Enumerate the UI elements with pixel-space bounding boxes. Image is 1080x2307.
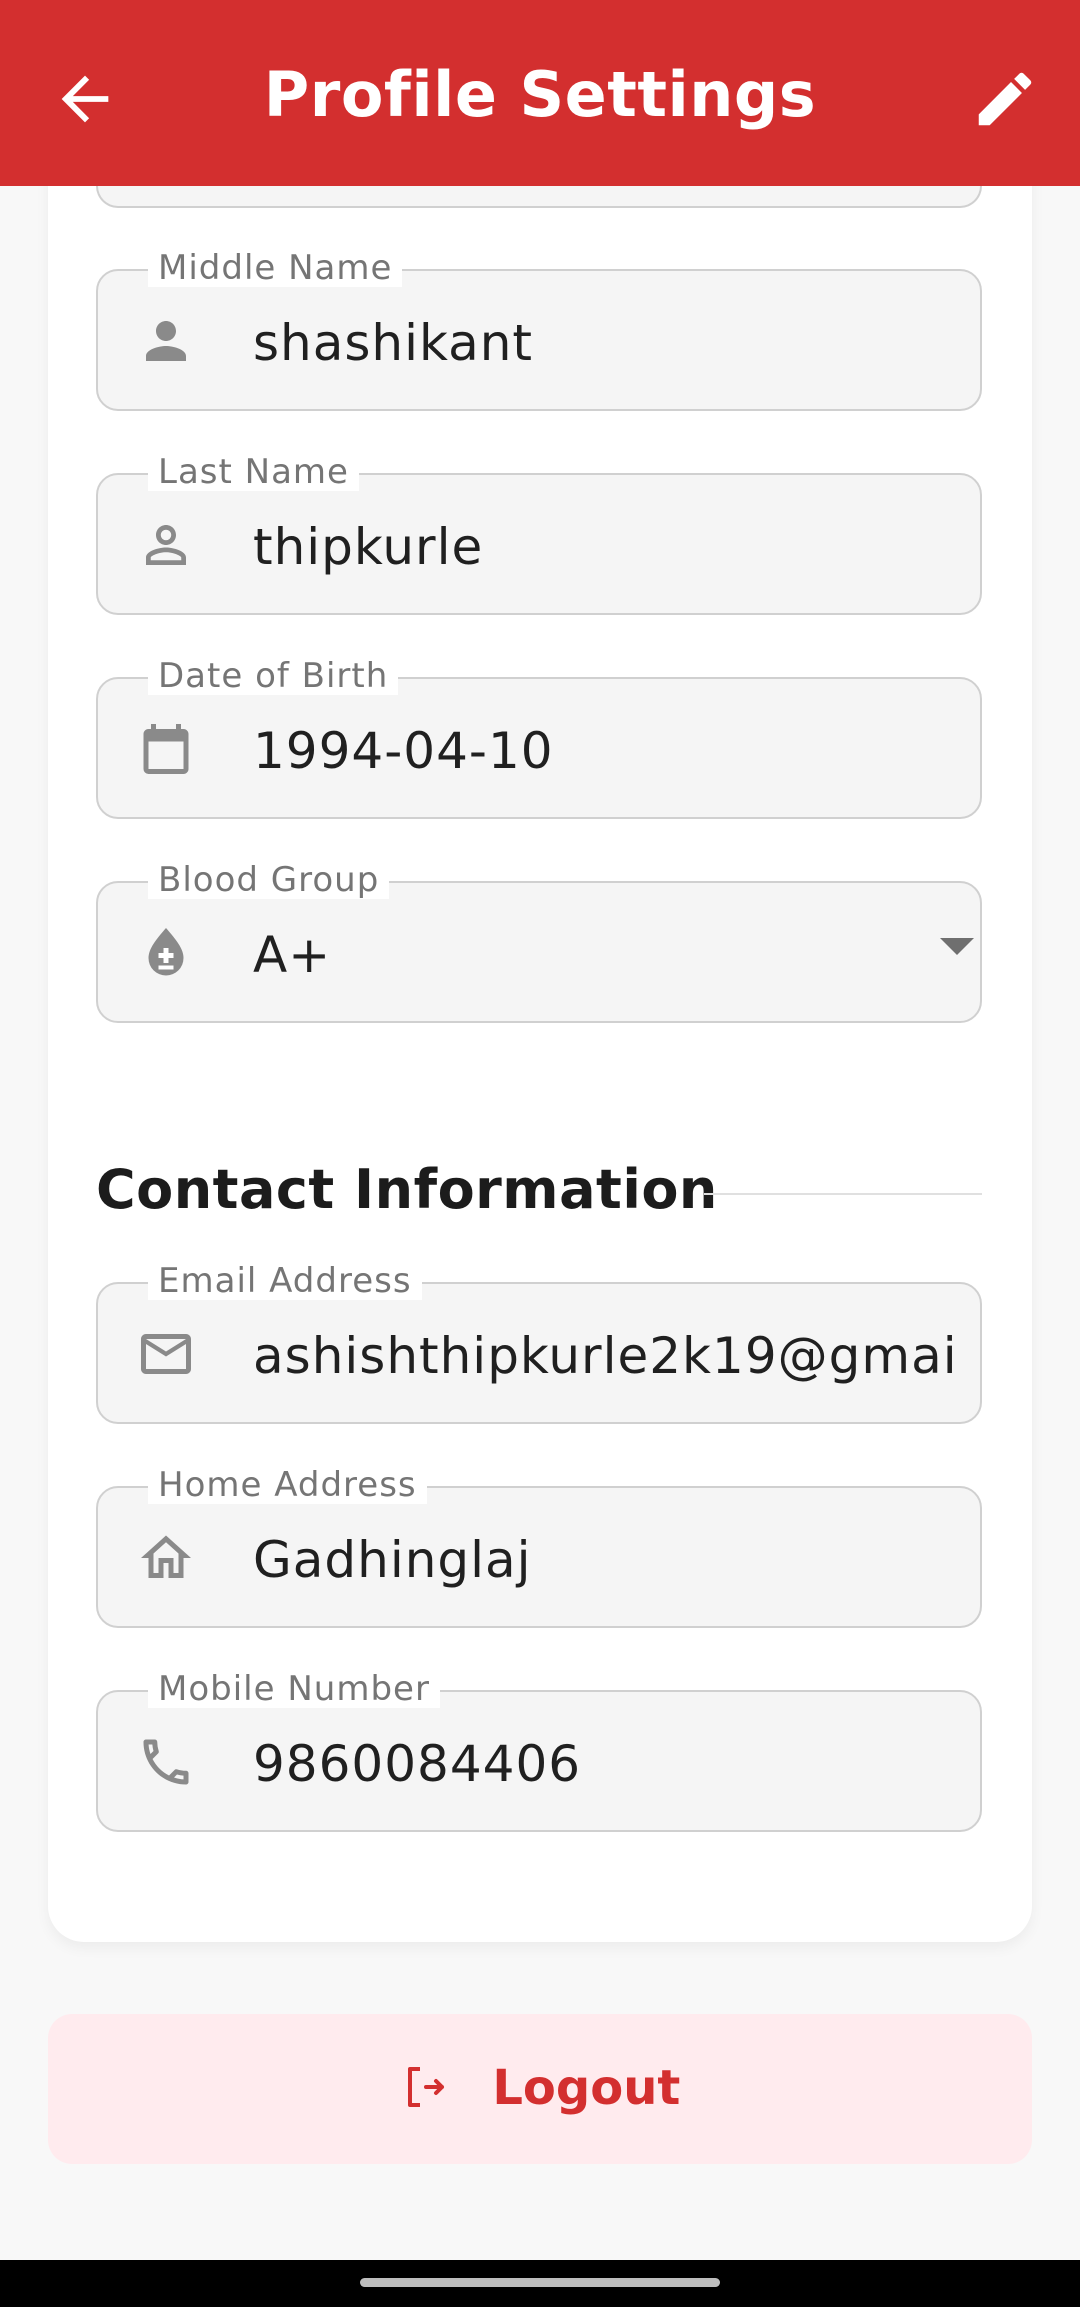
logout-icon [400, 2060, 493, 2116]
mobile-number-input[interactable]: 9860084406 [253, 1734, 960, 1794]
mail-icon [136, 1324, 196, 1384]
system-navigation-bar [0, 2260, 1080, 2307]
blood-group-value: A+ [253, 926, 332, 984]
dob-field[interactable]: Date of Birth 1994-04-10 [96, 657, 982, 819]
last-name-label: Last Name [148, 453, 359, 491]
calendar-icon [136, 719, 196, 779]
pencil-icon[interactable] [970, 64, 1040, 134]
middle-name-field[interactable]: Middle Name shashikant [96, 249, 982, 411]
section-divider [704, 1193, 982, 1195]
home-address-field[interactable]: Home Address Gadhinglaj [96, 1466, 982, 1628]
person-outline-icon [136, 515, 196, 575]
home-gesture-handle[interactable] [360, 2278, 720, 2287]
blood-drop-icon [136, 923, 196, 983]
logout-button[interactable]: Logout [48, 2014, 1032, 2164]
email-input[interactable]: ashishthipkurle2k19@gmail [253, 1326, 960, 1386]
email-field[interactable]: Email Address ashishthipkurle2k19@gmail [96, 1262, 982, 1424]
app-bar: Profile Settings [0, 0, 1080, 186]
home-address-label: Home Address [148, 1466, 427, 1504]
last-name-field[interactable]: Last Name thipkurle [96, 453, 982, 615]
logout-button-content[interactable]: Logout [48, 2060, 1032, 2116]
person-icon [136, 311, 196, 371]
email-label: Email Address [148, 1262, 422, 1300]
chevron-down-icon[interactable] [940, 938, 974, 955]
page-title: Profile Settings [263, 58, 817, 131]
blood-group-select[interactable]: Blood Group A+ [96, 861, 982, 1023]
section-title-contact: Contact Information [96, 1158, 718, 1221]
phone-icon [136, 1732, 196, 1792]
home-address-input[interactable]: Gadhinglaj [253, 1530, 960, 1590]
mobile-number-field[interactable]: Mobile Number 9860084406 [96, 1670, 982, 1832]
dob-input[interactable]: 1994-04-10 [253, 721, 960, 781]
middle-name-label: Middle Name [148, 249, 403, 287]
mobile-number-label: Mobile Number [148, 1670, 440, 1708]
home-icon [136, 1528, 196, 1588]
last-name-input[interactable]: thipkurle [253, 517, 960, 577]
logout-label: Logout [492, 2060, 681, 2116]
blood-group-label: Blood Group [148, 861, 390, 899]
dob-label: Date of Birth [148, 657, 399, 695]
middle-name-input[interactable]: shashikant [253, 313, 960, 373]
